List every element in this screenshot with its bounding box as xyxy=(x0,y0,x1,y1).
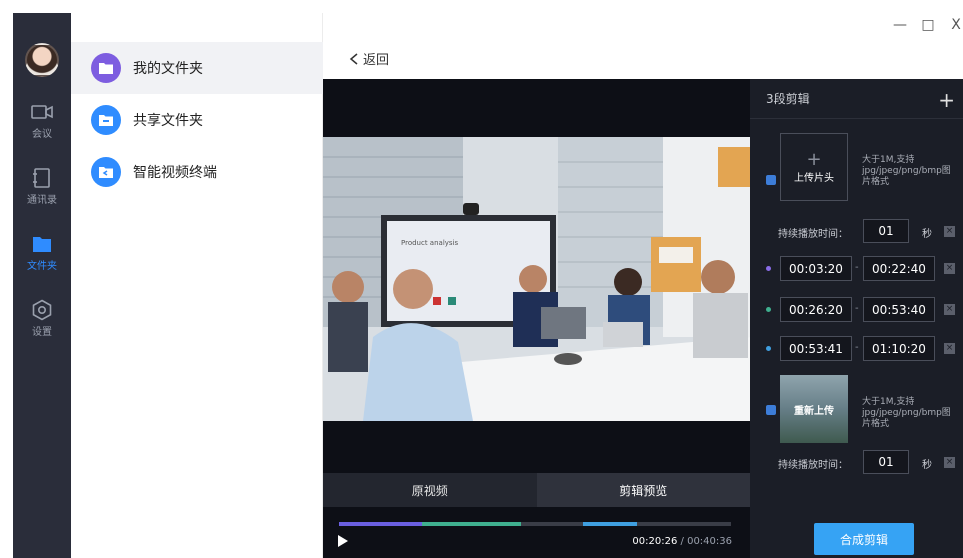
main-content: — □ X 返回 Product analysis 原视频 剪辑预览 00:20… xyxy=(323,13,963,558)
remove-clip-1-button[interactable]: × xyxy=(944,263,955,274)
chevron-left-icon xyxy=(349,52,358,65)
meeting-scene-image: Product analysis xyxy=(323,137,750,421)
remove-clip-2-button[interactable]: × xyxy=(944,304,955,315)
player-tabs: 原视频 剪辑预览 xyxy=(323,473,750,507)
intro-duration-unit: 秒 xyxy=(922,229,932,240)
tab-original-video[interactable]: 原视频 xyxy=(323,473,537,507)
upload-intro-label: 上传片头 xyxy=(794,172,834,184)
add-clip-button[interactable]: + xyxy=(938,88,955,112)
screen-text: Product analysis xyxy=(401,239,458,247)
outro-duration-unit: 秒 xyxy=(922,460,932,471)
folder-item-smart-terminal[interactable]: 智能视频终端 xyxy=(71,146,323,198)
outro-checkbox[interactable] xyxy=(766,405,776,415)
clip-1-color-dot xyxy=(766,266,771,271)
window-controls: — □ X xyxy=(893,17,963,33)
address-book-icon xyxy=(33,168,50,188)
outro-duration-input[interactable]: 01 xyxy=(863,450,909,474)
gear-icon xyxy=(32,299,52,321)
rail-item-contacts[interactable]: 通讯录 xyxy=(13,167,71,219)
intro-format-hint: 大于1M,支持jpg/jpeg/png/bmp图片格式 xyxy=(862,155,951,187)
back-button[interactable]: 返回 xyxy=(349,49,389,68)
folder-icon xyxy=(33,237,51,252)
outro-format-hint: 大于1M,支持jpg/jpeg/png/bmp图片格式 xyxy=(862,397,951,429)
video-frame[interactable]: Product analysis xyxy=(323,137,750,421)
terminal-folder-icon xyxy=(91,157,121,187)
nav-rail: 会议 通讯录 文件夹 设置 xyxy=(13,13,71,558)
folder-name: 我的文件夹 xyxy=(133,61,203,77)
folder-name: 智能视频终端 xyxy=(133,165,217,181)
maximize-button[interactable]: □ xyxy=(921,17,935,33)
folder-item-shared-folder[interactable]: 共享文件夹 xyxy=(71,94,323,146)
clip-1-start-input[interactable]: 00:03:20 xyxy=(780,256,852,281)
plus-icon: + xyxy=(806,148,822,170)
intro-checkbox[interactable] xyxy=(766,175,776,185)
range-dash: - xyxy=(855,262,859,273)
current-time: 00:20:26 xyxy=(632,536,678,547)
clip-count-title: 3段剪辑 xyxy=(766,92,810,106)
clip-3-color-dot xyxy=(766,346,771,351)
timeline-segment-3 xyxy=(583,522,637,526)
progress-timeline[interactable] xyxy=(339,522,731,526)
intro-duration-input[interactable]: 01 xyxy=(863,219,909,243)
folder-name: 共享文件夹 xyxy=(133,113,203,129)
intro-duration-label: 持续播放时间： xyxy=(778,229,848,240)
rail-item-label: 通讯录 xyxy=(27,195,57,206)
reupload-label: 重新上传 xyxy=(794,405,834,417)
reupload-outro-button[interactable]: 重新上传 xyxy=(780,375,848,443)
shared-folder-icon xyxy=(91,105,121,135)
minimize-button[interactable]: — xyxy=(893,17,907,33)
remove-clip-3-button[interactable]: × xyxy=(944,343,955,354)
folder-list-panel: 我的文件夹 共享文件夹 智能视频终端 xyxy=(71,13,323,558)
clip-2-color-dot xyxy=(766,307,771,312)
clip-edit-panel: 3段剪辑 + + 上传片头 大于1M,支持jpg/jpeg/png/bmp图片格… xyxy=(750,79,963,558)
outro-duration-label: 持续播放时间： xyxy=(778,460,848,471)
rail-item-label: 文件夹 xyxy=(27,261,57,272)
remove-outro-button[interactable]: × xyxy=(944,457,955,468)
clip-2-start-input[interactable]: 00:26:20 xyxy=(780,297,852,322)
back-label: 返回 xyxy=(363,53,390,68)
edit-panel-header: 3段剪辑 xyxy=(750,79,963,119)
rail-item-label: 会议 xyxy=(32,129,52,140)
playback-time: 00:20:26 / 00:40:36 xyxy=(632,536,732,547)
rail-item-label: 设置 xyxy=(32,327,52,338)
rail-item-settings[interactable]: 设置 xyxy=(13,299,71,351)
close-button[interactable]: X xyxy=(949,17,963,33)
folder-icon xyxy=(91,53,121,83)
folder-item-my-folder[interactable]: 我的文件夹 xyxy=(71,42,323,94)
upload-intro-button[interactable]: + 上传片头 xyxy=(780,133,848,201)
play-icon[interactable] xyxy=(338,535,348,547)
clip-2-end-input[interactable]: 00:53:40 xyxy=(863,297,935,322)
user-avatar[interactable] xyxy=(25,43,59,77)
timeline-segment-2 xyxy=(422,522,521,526)
tab-clip-preview[interactable]: 剪辑预览 xyxy=(536,473,750,507)
video-player: Product analysis 原视频 剪辑预览 00:20:26 / 00:… xyxy=(323,79,750,558)
range-dash: - xyxy=(855,342,859,353)
timeline-segment-1 xyxy=(339,522,422,526)
video-camera-icon xyxy=(31,105,53,119)
clip-1-end-input[interactable]: 00:22:40 xyxy=(863,256,935,281)
clip-3-end-input[interactable]: 01:10:20 xyxy=(863,336,935,361)
rail-item-meeting[interactable]: 会议 xyxy=(13,101,71,153)
app-window: 会议 通讯录 文件夹 设置 我的文件夹 共享文件夹 智能视频终端 — □ X 返… xyxy=(13,13,963,558)
range-dash: - xyxy=(855,303,859,314)
compose-clips-button[interactable]: 合成剪辑 xyxy=(814,523,914,555)
clip-3-start-input[interactable]: 00:53:41 xyxy=(780,336,852,361)
rail-item-folder[interactable]: 文件夹 xyxy=(13,233,71,285)
time-separator: / xyxy=(677,536,688,547)
remove-intro-button[interactable]: × xyxy=(944,226,955,237)
total-time: 00:40:36 xyxy=(687,536,732,547)
